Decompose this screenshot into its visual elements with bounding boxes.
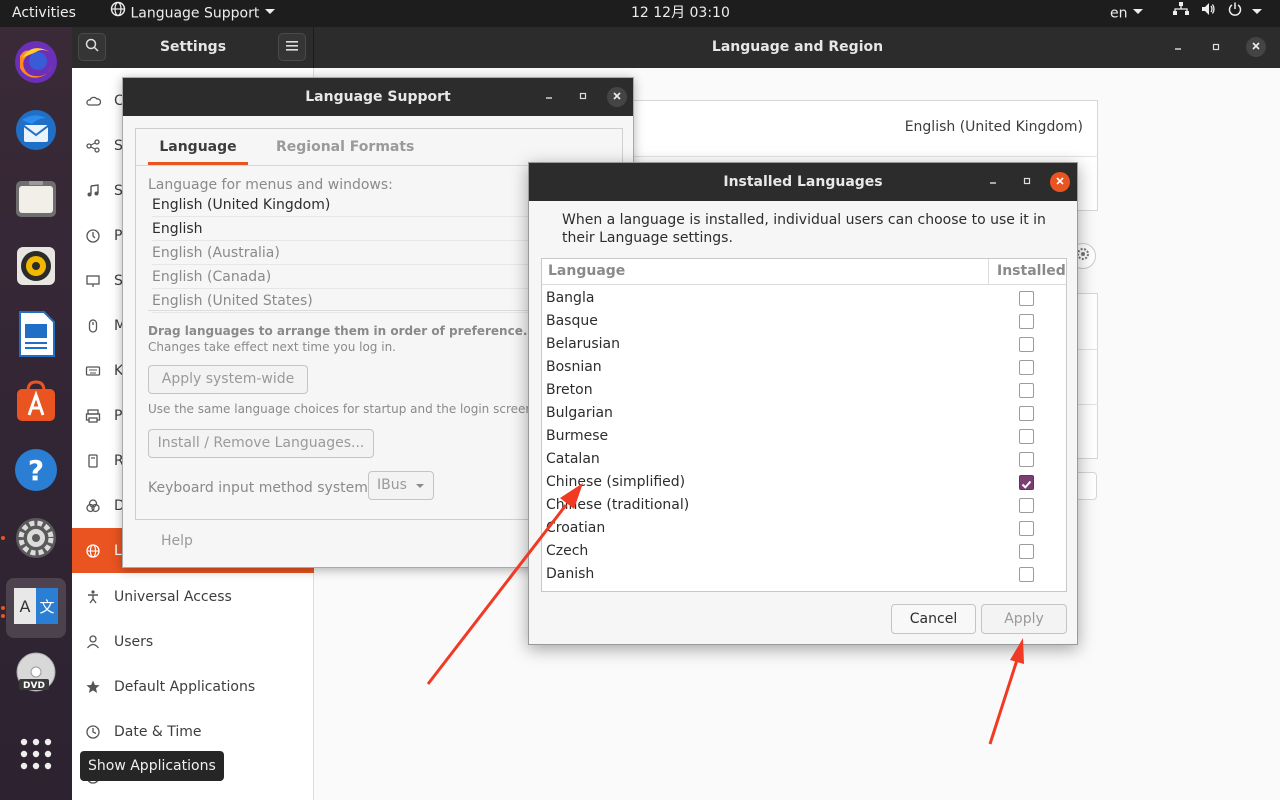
annotation-arrow-checkbox	[426, 483, 583, 685]
annotation-arrows	[426, 483, 1024, 745]
annotation-arrow-apply	[988, 638, 1024, 745]
